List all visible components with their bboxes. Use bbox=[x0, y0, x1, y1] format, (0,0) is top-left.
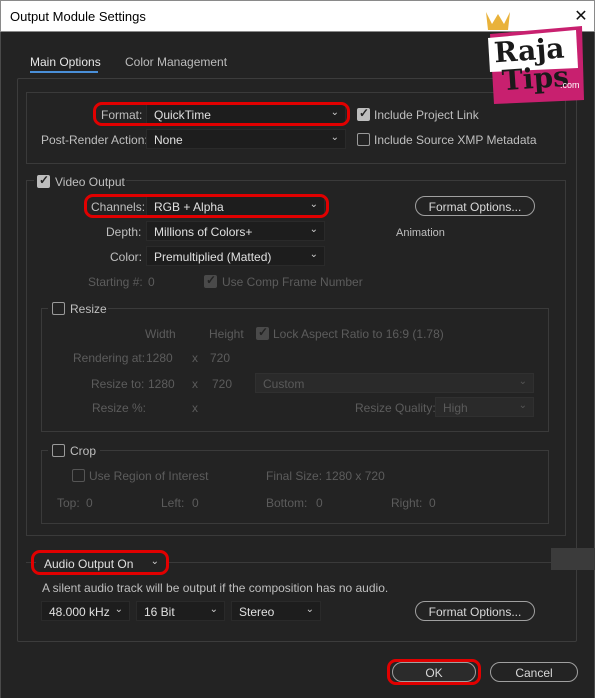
ok-highlight bbox=[387, 659, 481, 685]
resize-to-x: x bbox=[192, 377, 198, 391]
crop-right-value[interactable]: 0 bbox=[429, 496, 436, 510]
crop-left-label: Left: bbox=[161, 496, 185, 510]
include-project-link-label: Include Project Link bbox=[374, 108, 479, 122]
use-roi-checkbox[interactable] bbox=[72, 469, 85, 482]
chevron-down-icon: ⌄ bbox=[330, 132, 339, 143]
post-render-value: None bbox=[154, 133, 183, 147]
audio-format-options-button[interactable]: Format Options... bbox=[415, 601, 535, 621]
resize-preset-dropdown[interactable]: Custom ⌄ bbox=[255, 373, 534, 393]
post-render-dropdown[interactable]: None ⌄ bbox=[146, 129, 346, 149]
audio-channels-dropdown[interactable]: Stereo ⌄ bbox=[231, 601, 321, 621]
include-xmp-checkbox[interactable] bbox=[357, 133, 370, 146]
channels-highlight bbox=[84, 194, 329, 218]
crop-bottom-value[interactable]: 0 bbox=[316, 496, 323, 510]
logo-suffix: .com bbox=[560, 80, 580, 90]
crop-checkbox[interactable] bbox=[52, 444, 65, 457]
resize-quality-value: High bbox=[443, 401, 468, 415]
audio-output-highlight bbox=[31, 550, 169, 575]
resize-quality-dropdown[interactable]: High ⌄ bbox=[435, 397, 534, 417]
bit-depth-value: 16 Bit bbox=[144, 605, 175, 619]
resize-to-height[interactable]: 720 bbox=[212, 377, 232, 391]
lock-aspect-label: Lock Aspect Ratio to 16:9 (1.78) bbox=[273, 327, 444, 341]
resize-checkbox[interactable] bbox=[52, 302, 65, 315]
resize-label: Resize bbox=[70, 302, 107, 316]
video-output-checkbox[interactable] bbox=[37, 173, 50, 188]
starting-label: Starting #: bbox=[88, 275, 143, 289]
lock-aspect-checkbox[interactable] bbox=[256, 325, 269, 340]
crop-top-value[interactable]: 0 bbox=[86, 496, 93, 510]
include-project-link-checkbox[interactable] bbox=[357, 106, 370, 121]
video-output-label: Video Output bbox=[55, 175, 125, 189]
codec-text: Animation bbox=[396, 227, 445, 239]
crop-right-label: Right: bbox=[391, 496, 423, 510]
sample-rate-dropdown[interactable]: 48.000 kHz ⌄ bbox=[41, 601, 130, 621]
rendering-width: 1280 bbox=[146, 351, 173, 365]
video-format-options-button[interactable]: Format Options... bbox=[415, 196, 535, 216]
chevron-down-icon: ⌄ bbox=[518, 376, 527, 387]
depth-value: Millions of Colors+ bbox=[154, 225, 253, 239]
chevron-down-icon: ⌄ bbox=[309, 224, 318, 235]
format-highlight bbox=[93, 102, 350, 126]
color-value: Premultiplied (Matted) bbox=[154, 250, 272, 264]
crop-top-label: Top: bbox=[57, 496, 80, 510]
crop-group bbox=[41, 450, 549, 524]
depth-label: Depth: bbox=[106, 225, 142, 239]
chevron-down-icon: ⌄ bbox=[114, 604, 123, 615]
depth-dropdown[interactable]: Millions of Colors+ ⌄ bbox=[146, 221, 325, 241]
tab-active-indicator bbox=[30, 71, 98, 73]
chevron-down-icon: ⌄ bbox=[305, 604, 314, 615]
crop-bottom-label: Bottom: bbox=[266, 496, 308, 510]
resize-quality-label: Resize Quality: bbox=[355, 401, 436, 415]
final-size-text: Final Size: 1280 x 720 bbox=[266, 469, 385, 483]
tab-color-management[interactable]: Color Management bbox=[125, 55, 227, 69]
bit-depth-dropdown[interactable]: 16 Bit ⌄ bbox=[136, 601, 225, 621]
cancel-button[interactable]: Cancel bbox=[490, 662, 578, 682]
chevron-down-icon: ⌄ bbox=[518, 400, 527, 411]
rendering-height: 720 bbox=[210, 351, 231, 365]
include-xmp-label: Include Source XMP Metadata bbox=[374, 133, 537, 147]
resize-preset-value: Custom bbox=[263, 377, 305, 391]
audio-channels-value: Stereo bbox=[239, 605, 275, 619]
logo-line2: Tips bbox=[500, 59, 570, 98]
chevron-down-icon: ⌄ bbox=[209, 604, 218, 615]
rendering-x: x bbox=[192, 351, 198, 365]
starting-value: 0 bbox=[148, 275, 155, 289]
crop-left-value[interactable]: 0 bbox=[192, 496, 199, 510]
color-dropdown[interactable]: Premultiplied (Matted) ⌄ bbox=[146, 246, 325, 266]
use-comp-frame-label: Use Comp Frame Number bbox=[222, 275, 363, 289]
audio-note: A silent audio track will be output if t… bbox=[42, 581, 389, 595]
width-header: Width bbox=[145, 327, 176, 341]
resize-to-width[interactable]: 1280 bbox=[148, 377, 175, 391]
window-title: Output Module Settings bbox=[10, 9, 146, 24]
rendering-at-label: Rendering at: bbox=[73, 351, 146, 365]
use-comp-frame-checkbox[interactable] bbox=[204, 273, 217, 288]
height-header: Height bbox=[209, 327, 244, 341]
resize-pct-x: x bbox=[192, 401, 198, 415]
resize-pct-label: Resize %: bbox=[92, 401, 147, 415]
crop-label: Crop bbox=[70, 444, 97, 458]
tab-main-options[interactable]: Main Options bbox=[30, 55, 101, 69]
chevron-down-icon: ⌄ bbox=[309, 249, 318, 260]
color-label: Color: bbox=[110, 250, 143, 264]
rajatips-logo: Raja Tips .com bbox=[478, 8, 586, 106]
resize-to-label: Resize to: bbox=[91, 377, 145, 391]
use-roi-label: Use Region of Interest bbox=[89, 469, 209, 483]
background-window-fragment bbox=[551, 548, 595, 570]
post-render-label: Post-Render Action: bbox=[41, 133, 148, 147]
sample-rate-value: 48.000 kHz bbox=[49, 605, 110, 619]
